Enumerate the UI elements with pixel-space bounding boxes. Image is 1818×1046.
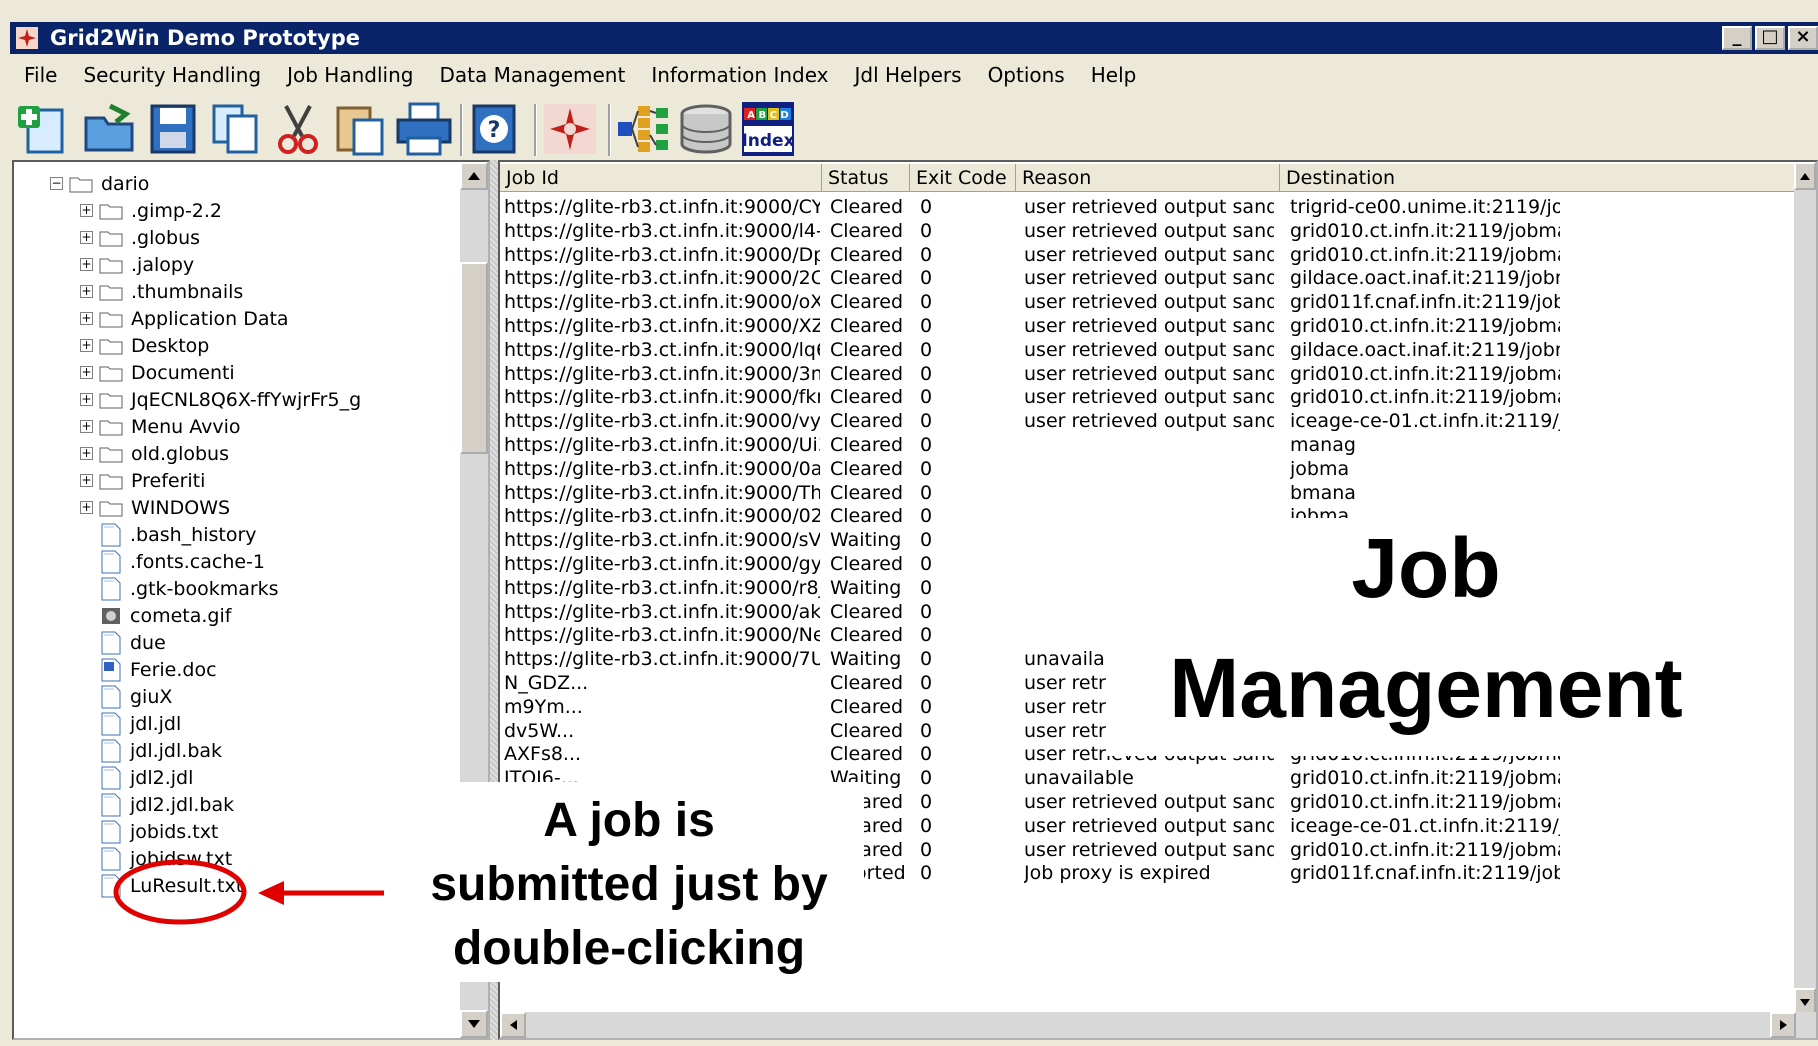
annotation-layer	[113, 859, 384, 925]
app-window: Grid2Win Demo Prototype _ □ × File Secur…	[0, 0, 1818, 1046]
highlight-ellipse	[113, 859, 247, 925]
callout-arrowhead	[258, 881, 284, 905]
